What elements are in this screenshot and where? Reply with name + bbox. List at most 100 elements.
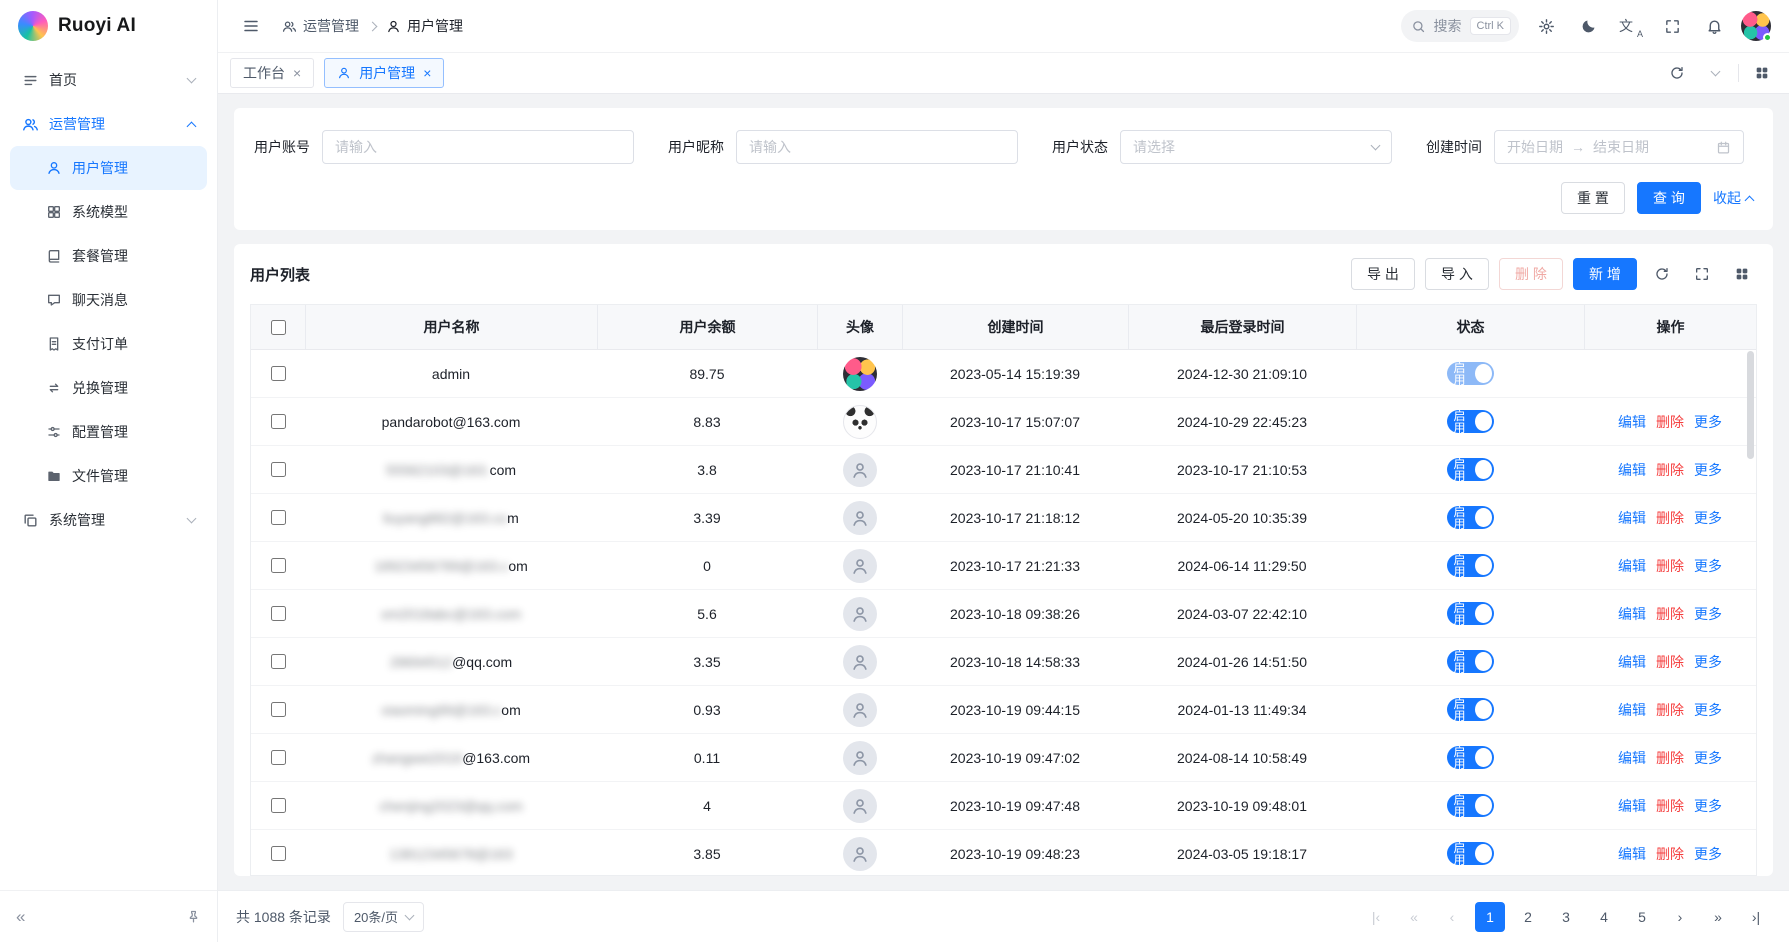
row-checkbox[interactable] — [271, 366, 286, 381]
row-checkbox[interactable] — [271, 462, 286, 477]
row-checkbox[interactable] — [271, 702, 286, 717]
sidebar-item-system-management[interactable]: 系统管理 — [10, 498, 207, 542]
row-checkbox[interactable] — [271, 606, 286, 621]
row-checkbox[interactable] — [271, 558, 286, 573]
status-select[interactable]: 请选择 — [1120, 130, 1392, 164]
status-toggle[interactable]: 启用 — [1447, 746, 1494, 769]
more-link[interactable]: 更多 — [1694, 700, 1722, 720]
row-checkbox[interactable] — [271, 510, 286, 525]
row-checkbox[interactable] — [271, 654, 286, 669]
table-fullscreen-button[interactable] — [1687, 259, 1717, 289]
status-toggle[interactable]: 启用 — [1447, 650, 1494, 673]
dark-mode-button[interactable] — [1573, 11, 1603, 41]
delete-link[interactable]: 删除 — [1656, 604, 1684, 624]
next-page-button[interactable]: › — [1665, 902, 1695, 932]
next-5-pages-button[interactable]: » — [1703, 902, 1733, 932]
sidebar-item-config-management[interactable]: 配置管理 — [10, 410, 207, 454]
edit-link[interactable]: 编辑 — [1618, 604, 1646, 624]
delete-link[interactable]: 删除 — [1656, 412, 1684, 432]
search-button[interactable]: 查 询 — [1637, 182, 1701, 214]
delete-link[interactable]: 删除 — [1656, 700, 1684, 720]
tab-refresh-button[interactable] — [1662, 58, 1692, 88]
delete-link[interactable]: 删除 — [1656, 748, 1684, 768]
more-link[interactable]: 更多 — [1694, 556, 1722, 576]
status-toggle[interactable]: 启用 — [1447, 794, 1494, 817]
sidebar-item-package-management[interactable]: 套餐管理 — [10, 234, 207, 278]
sidebar-item-file-management[interactable]: 文件管理 — [10, 454, 207, 498]
edit-link[interactable]: 编辑 — [1618, 652, 1646, 672]
select-all-checkbox[interactable] — [271, 320, 286, 335]
notifications-button[interactable] — [1699, 11, 1729, 41]
edit-link[interactable]: 编辑 — [1618, 748, 1646, 768]
status-toggle[interactable]: 启用 — [1447, 842, 1494, 865]
delete-link[interactable]: 删除 — [1656, 460, 1684, 480]
reset-button[interactable]: 重 置 — [1561, 182, 1625, 214]
more-link[interactable]: 更多 — [1694, 748, 1722, 768]
column-settings-button[interactable] — [1727, 259, 1757, 289]
edit-link[interactable]: 编辑 — [1618, 556, 1646, 576]
sidebar-item-operations[interactable]: 运营管理 — [10, 102, 207, 146]
row-checkbox[interactable] — [271, 750, 286, 765]
last-page-button[interactable]: ›| — [1741, 902, 1771, 932]
breadcrumb-operations[interactable]: 运营管理 — [282, 16, 359, 36]
account-input[interactable] — [322, 130, 634, 164]
status-toggle[interactable]: 启用 — [1447, 362, 1494, 385]
page-button[interactable]: 2 — [1513, 902, 1543, 932]
edit-link[interactable]: 编辑 — [1618, 412, 1646, 432]
settings-button[interactable] — [1531, 11, 1561, 41]
more-link[interactable]: 更多 — [1694, 844, 1722, 864]
delete-link[interactable]: 删除 — [1656, 652, 1684, 672]
page-size-select[interactable]: 20条/页 — [343, 902, 424, 932]
user-avatar[interactable] — [1741, 11, 1771, 41]
sidebar-item-chat-messages[interactable]: 聊天消息 — [10, 278, 207, 322]
delete-link[interactable]: 删除 — [1656, 508, 1684, 528]
pin-icon[interactable] — [186, 909, 201, 924]
more-link[interactable]: 更多 — [1694, 412, 1722, 432]
more-link[interactable]: 更多 — [1694, 604, 1722, 624]
more-link[interactable]: 更多 — [1694, 796, 1722, 816]
language-button[interactable]: 文A — [1615, 11, 1645, 41]
status-toggle[interactable]: 启用 — [1447, 458, 1494, 481]
sidebar-item-system-models[interactable]: 系统模型 — [10, 190, 207, 234]
delete-link[interactable]: 删除 — [1656, 844, 1684, 864]
status-toggle[interactable]: 启用 — [1447, 602, 1494, 625]
delete-link[interactable]: 删除 — [1656, 796, 1684, 816]
page-button[interactable]: 4 — [1589, 902, 1619, 932]
prev-page-button[interactable]: ‹ — [1437, 902, 1467, 932]
sidebar-item-exchange-management[interactable]: 兑换管理 — [10, 366, 207, 410]
status-toggle[interactable]: 启用 — [1447, 410, 1494, 433]
more-link[interactable]: 更多 — [1694, 508, 1722, 528]
edit-link[interactable]: 编辑 — [1618, 796, 1646, 816]
tab-menu-button[interactable] — [1700, 58, 1730, 88]
row-checkbox[interactable] — [271, 798, 286, 813]
table-scrollbar[interactable] — [1747, 351, 1754, 873]
more-link[interactable]: 更多 — [1694, 652, 1722, 672]
close-icon[interactable]: × — [293, 65, 301, 81]
sidebar-item-payment-orders[interactable]: 支付订单 — [10, 322, 207, 366]
sidebar-item-user-management[interactable]: 用户管理 — [10, 146, 207, 190]
edit-link[interactable]: 编辑 — [1618, 460, 1646, 480]
delete-link[interactable]: 删除 — [1656, 556, 1684, 576]
page-button[interactable]: 1 — [1475, 902, 1505, 932]
global-search[interactable]: 搜索 Ctrl K — [1401, 10, 1520, 42]
import-button[interactable]: 导 入 — [1425, 258, 1489, 290]
edit-link[interactable]: 编辑 — [1618, 844, 1646, 864]
tab-user-management[interactable]: 用户管理 × — [324, 58, 444, 88]
status-toggle[interactable]: 启用 — [1447, 506, 1494, 529]
collapse-filters-link[interactable]: 收起 — [1713, 188, 1753, 208]
sidebar-collapse-button[interactable]: « — [16, 907, 25, 927]
page-button[interactable]: 3 — [1551, 902, 1581, 932]
status-toggle[interactable]: 启用 — [1447, 698, 1494, 721]
more-link[interactable]: 更多 — [1694, 460, 1722, 480]
breadcrumb-user-management[interactable]: 用户管理 — [386, 16, 463, 36]
close-icon[interactable]: × — [423, 65, 431, 81]
row-checkbox[interactable] — [271, 846, 286, 861]
row-checkbox[interactable] — [271, 414, 286, 429]
fullscreen-button[interactable] — [1657, 11, 1687, 41]
tab-workbench[interactable]: 工作台 × — [230, 58, 314, 88]
scrollbar-thumb[interactable] — [1747, 351, 1754, 459]
export-button[interactable]: 导 出 — [1351, 258, 1415, 290]
layout-toggle-button[interactable] — [1747, 58, 1777, 88]
delete-button[interactable]: 删 除 — [1499, 258, 1563, 290]
sidebar-item-home[interactable]: 首页 — [10, 58, 207, 102]
